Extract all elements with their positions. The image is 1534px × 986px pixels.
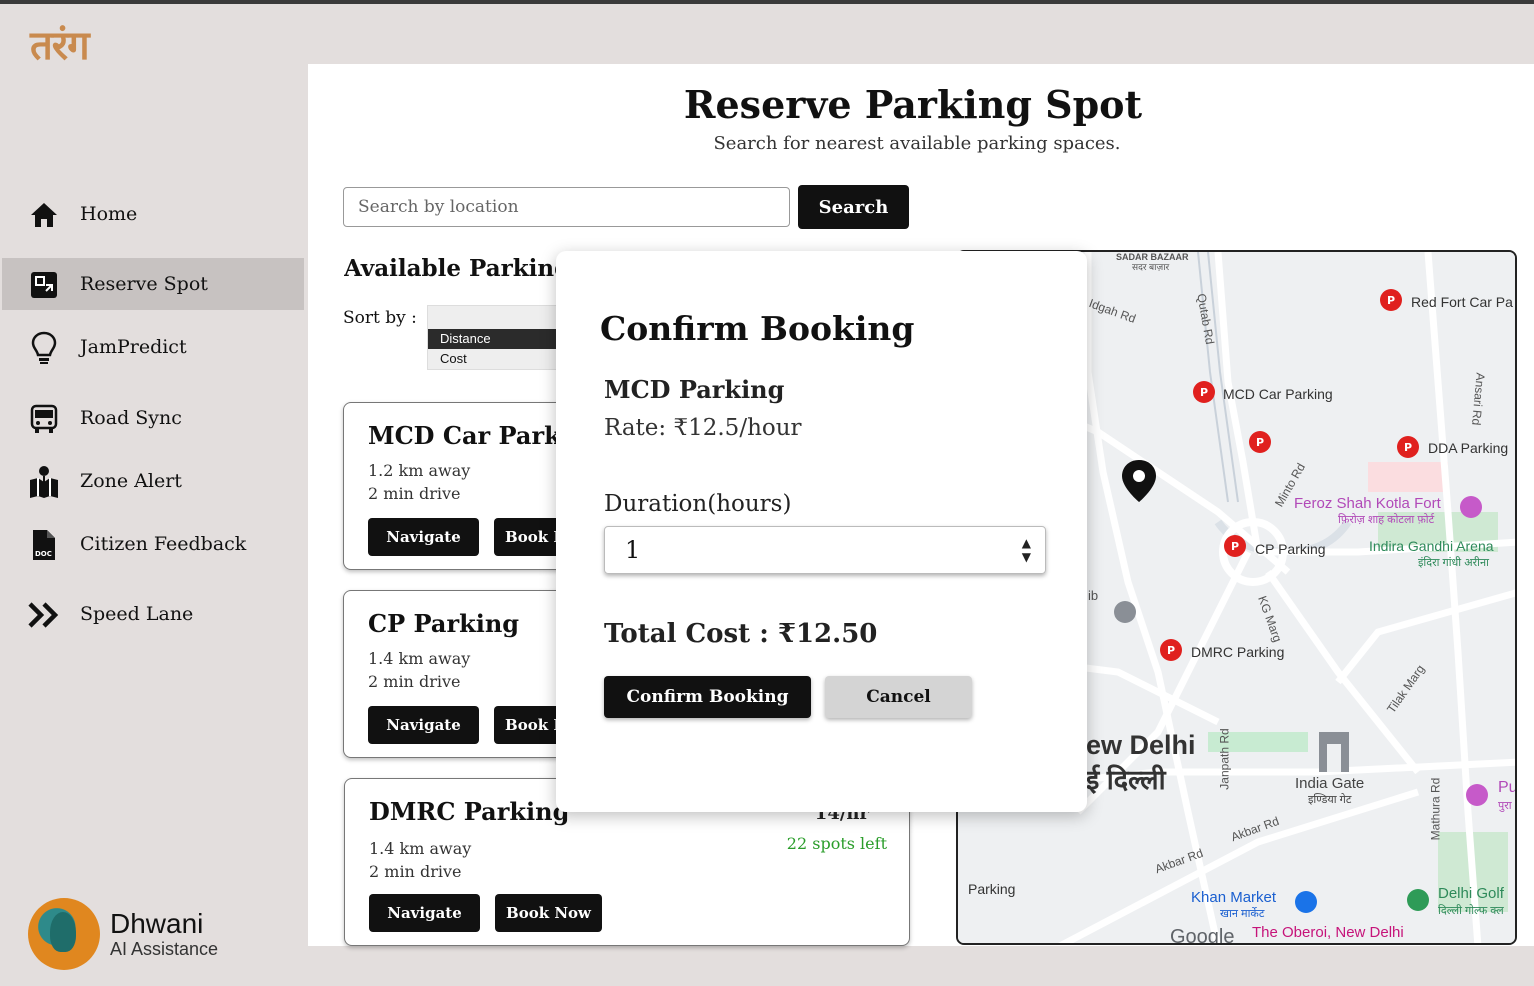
app-logo[interactable]: तरंग	[30, 16, 90, 71]
map-label: फ़िरोज़ शाह कोटला फ़ोर्ट	[1338, 514, 1435, 526]
total-cost: Total Cost : ₹12.50	[604, 619, 878, 649]
map-label: सदर बाज़ार	[1132, 262, 1170, 272]
page-title: Reserve Parking Spot	[683, 82, 1143, 127]
map-label: खान मार्केट	[1220, 908, 1265, 920]
map-label: Janpath Rd	[1217, 728, 1232, 790]
sidebar-item-label: Reserve Spot	[80, 273, 208, 295]
sort-option-cost[interactable]: Cost	[428, 349, 558, 369]
map-pin-icon	[28, 466, 60, 498]
assistant-avatar	[28, 898, 100, 970]
sidebar-item-label: Speed Lane	[80, 603, 194, 625]
parking-distance: 1.4 km away	[368, 649, 471, 668]
sidebar-item-reserve-spot[interactable]: Reserve Spot	[2, 258, 304, 310]
sidebar-item-label: JamPredict	[80, 336, 187, 358]
document-icon: DOC	[28, 530, 60, 560]
duration-input[interactable]: 1 ▲ ▼	[604, 526, 1046, 574]
google-logo: Google	[1170, 926, 1235, 945]
ai-assistant-button[interactable]: Dhwani AI Assistance	[28, 898, 218, 970]
map-label: दिल्ली गोल्फ क्ल	[1438, 905, 1504, 917]
available-parking-title: Available Parking Spots	[344, 255, 558, 282]
map-label: Red Fort Car Pa	[1411, 294, 1513, 310]
map-label: Pu	[1498, 779, 1517, 796]
sidebar-item-citizen-feedback[interactable]: DOC Citizen Feedback	[2, 518, 304, 570]
confirm-booking-modal: Confirm Booking MCD Parking Rate: ₹12.5/…	[556, 251, 1087, 812]
sidebar-item-speed-lane[interactable]: Speed Lane	[2, 588, 304, 640]
sidebar-item-label: Zone Alert	[80, 470, 182, 492]
map-label: DMRC Parking	[1191, 644, 1285, 660]
map-label: Indira Gandhi Arena	[1369, 538, 1494, 554]
parking-name: DMRC Parking	[369, 797, 570, 826]
svg-text:P: P	[1404, 441, 1412, 454]
svg-text:P: P	[1200, 386, 1208, 399]
map-label: Feroz Shah Kotla Fort	[1294, 495, 1441, 512]
svg-text:DOC: DOC	[35, 550, 52, 558]
duration-label: Duration(hours)	[604, 491, 792, 517]
map-label: ew Delhi	[1086, 730, 1196, 760]
map-label: MCD Car Parking	[1223, 386, 1333, 402]
parking-distance: 1.2 km away	[368, 461, 471, 480]
reserve-icon	[28, 270, 60, 300]
page-subtitle: Search for nearest available parking spa…	[713, 133, 1121, 154]
search-button[interactable]: Search	[798, 185, 909, 229]
search-input[interactable]	[343, 187, 790, 227]
confirm-booking-button[interactable]: Confirm Booking	[604, 676, 811, 718]
assistant-name: Dhwani	[110, 907, 204, 939]
sidebar-item-label: Road Sync	[80, 407, 182, 429]
map-label: Delhi Golf	[1438, 885, 1504, 902]
double-chevron-icon	[28, 600, 60, 630]
svg-text:P: P	[1387, 294, 1395, 307]
book-now-button[interactable]: Book Now	[495, 894, 602, 932]
map-label: India Gate	[1295, 775, 1365, 792]
lightbulb-icon	[28, 331, 60, 364]
map-label: ई दिल्ली	[1086, 765, 1166, 795]
svg-text:P: P	[1167, 644, 1175, 657]
map-label: Mathura Rd	[1428, 777, 1443, 841]
navigate-button[interactable]: Navigate	[368, 518, 479, 556]
bus-icon	[28, 404, 60, 434]
map-label: इण्डिया गेट	[1308, 794, 1352, 806]
sort-option-distance[interactable]: Distance	[428, 329, 558, 349]
sidebar-item-zone-alert[interactable]: Zone Alert	[2, 455, 304, 507]
sidebar-item-road-sync[interactable]: Road Sync	[2, 392, 304, 444]
sidebar-item-label: Home	[80, 203, 138, 225]
parking-name: CP Parking	[368, 609, 520, 638]
map-label: CP Parking	[1255, 541, 1326, 557]
map-label: इंदिरा गांधी अरीना	[1418, 557, 1489, 569]
home-icon	[28, 200, 60, 230]
top-border	[0, 0, 1534, 4]
parking-drive-time: 2 min drive	[368, 484, 461, 503]
stepper-icon[interactable]: ▲ ▼	[1022, 536, 1031, 564]
sidebar-item-jampredict[interactable]: JamPredict	[2, 321, 304, 373]
sidebar-item-label: Citizen Feedback	[80, 533, 247, 555]
modal-rate: Rate: ₹12.5/hour	[604, 415, 802, 441]
sort-select[interactable]: Distance Cost	[427, 305, 558, 370]
svg-text:P: P	[1231, 540, 1239, 553]
duration-value: 1	[625, 536, 641, 564]
map-label: ib	[1088, 588, 1099, 603]
svg-text:P: P	[1256, 436, 1264, 449]
parking-distance: 1.4 km away	[369, 839, 472, 858]
parking-drive-time: 2 min drive	[368, 672, 461, 691]
navigate-button[interactable]: Navigate	[369, 894, 480, 932]
cancel-button[interactable]: Cancel	[825, 676, 972, 718]
parking-drive-time: 2 min drive	[369, 862, 462, 881]
navigate-button[interactable]: Navigate	[368, 706, 479, 744]
assistant-subtitle: AI Assistance	[110, 938, 219, 959]
sidebar-item-home[interactable]: Home	[2, 188, 304, 240]
map-label: Khan Market	[1191, 889, 1277, 906]
map-label: पुरा	[1498, 800, 1512, 812]
modal-parking-name: MCD Parking	[604, 375, 785, 404]
map-label: Parking	[968, 881, 1016, 897]
map-label: DDA Parking	[1428, 440, 1509, 456]
modal-title: Confirm Booking	[600, 309, 915, 348]
map-label: The Oberoi, New Delhi	[1252, 924, 1404, 941]
sort-label: Sort by :	[343, 308, 417, 328]
bottom-strip	[308, 946, 1534, 986]
spots-left: 22 spots left	[786, 834, 887, 853]
